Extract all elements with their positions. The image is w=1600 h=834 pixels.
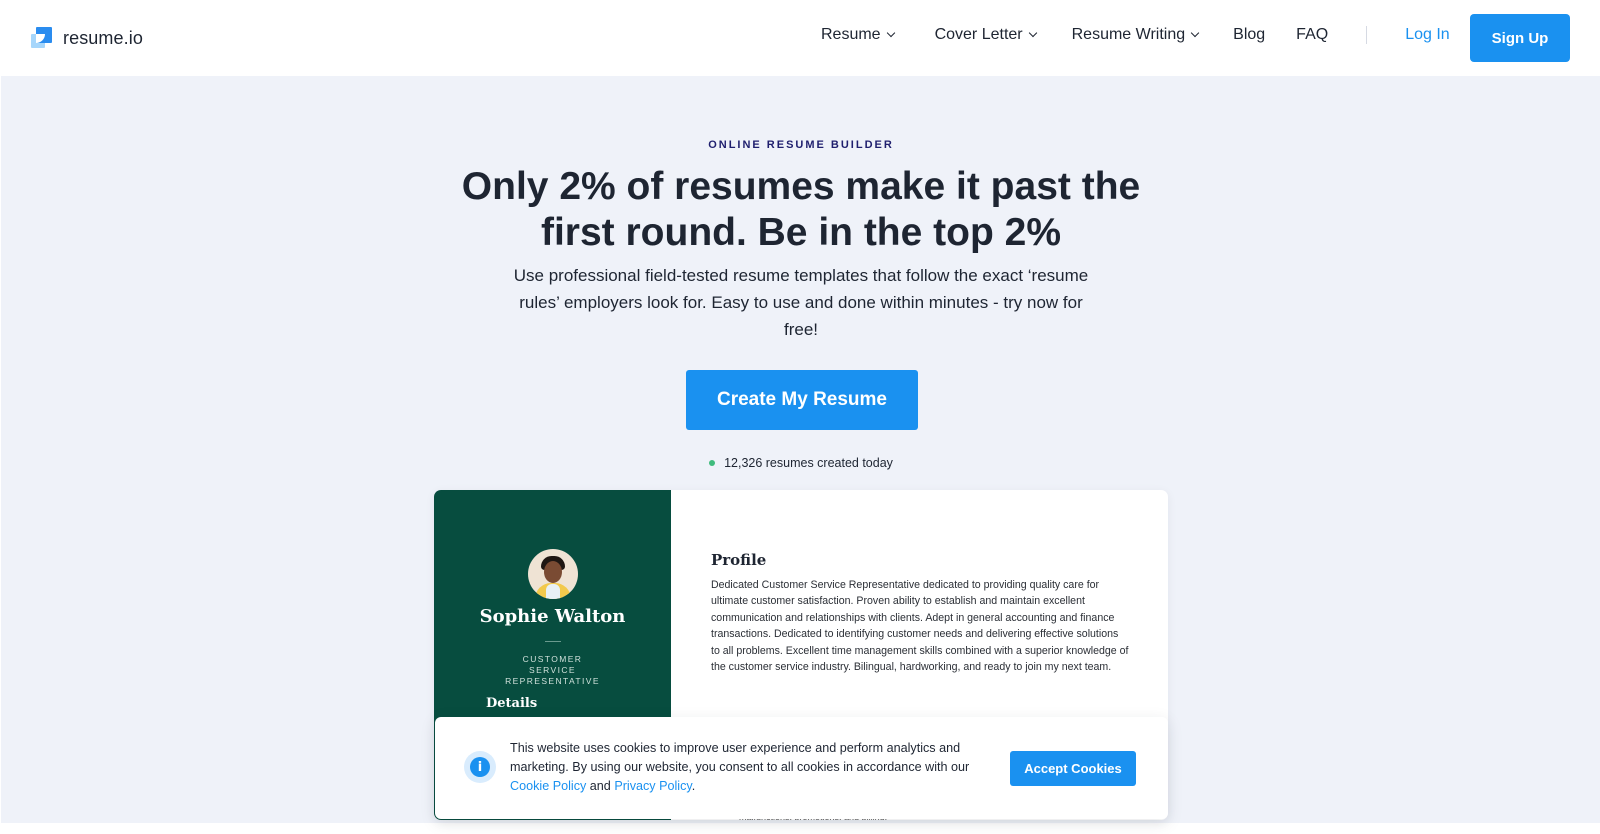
nav-divider [1366, 26, 1368, 44]
headline-line-1: Only 2% of resumes make it past the [461, 165, 1141, 208]
hero-section: ONLINE RESUME BUILDER Only 2% of resumes… [1, 76, 1600, 823]
hero-subtext: Use professional field-tested resume tem… [513, 266, 1089, 339]
nav-item-faq[interactable]: FAQ [1296, 26, 1328, 44]
site-header: resume.io Resume Cover Letter Resume Wri… [0, 0, 1600, 76]
resume-counter: 12,326 resumes created today [1, 456, 1600, 470]
nav-label: Cover Letter [934, 26, 1023, 43]
cookie-text-end: . [691, 779, 696, 793]
counter-text: 12,326 resumes created today [724, 456, 893, 470]
headline-line-2: first round. Be in the top 2% [540, 211, 1061, 254]
avatar [528, 549, 578, 599]
resume-name: Sophie Walton [479, 606, 626, 627]
resume-job-title: CUSTOMER SERVICE REPRESENTATIVE [434, 654, 671, 687]
chevron-down-icon [886, 28, 895, 38]
privacy-policy-link[interactable]: Privacy Policy [614, 779, 691, 793]
info-icon: i [464, 751, 496, 783]
nav-item-blog[interactable]: Blog [1233, 26, 1265, 44]
cookie-text-and: and [586, 779, 615, 793]
login-link[interactable]: Log In [1405, 26, 1449, 44]
details-heading: Details [486, 696, 538, 711]
logo[interactable]: resume.io [31, 27, 143, 49]
nav-label: FAQ [1296, 26, 1329, 43]
logo-text: resume.io [63, 27, 143, 48]
nav-item-resume-writing[interactable]: Resume Writing [1071, 26, 1200, 44]
accept-cookies-button[interactable]: Accept Cookies [1010, 751, 1136, 786]
nav-label: Resume Writing [1071, 26, 1186, 43]
cookie-banner: i This website uses cookies to improve u… [435, 717, 1168, 819]
nav-item-cover-letter[interactable]: Cover Letter [934, 26, 1037, 44]
create-resume-button[interactable]: Create My Resume [686, 370, 918, 430]
cookie-policy-link[interactable]: Cookie Policy [510, 779, 586, 793]
hero-headline: Only 2% of resumes make it past the firs… [1, 164, 1600, 256]
chevron-down-icon [1028, 28, 1037, 38]
job-title-text: CUSTOMER SERVICE REPRESENTATIVE [505, 654, 600, 686]
divider [545, 641, 561, 642]
cookie-message: This website uses cookies to improve use… [510, 739, 980, 796]
live-dot-icon [709, 460, 716, 466]
profile-text: Dedicated Customer Service Representativ… [711, 579, 1129, 674]
profile-heading: Profile [711, 551, 767, 569]
signup-button[interactable]: Sign Up [1470, 14, 1570, 62]
hero-eyebrow: ONLINE RESUME BUILDER [708, 139, 894, 151]
chevron-down-icon [1190, 28, 1200, 38]
main-nav: Resume Cover Letter Resume Writing Blog … [821, 26, 1450, 44]
nav-label: Blog [1233, 26, 1266, 43]
logo-icon [31, 27, 53, 49]
cookie-text-body: This website uses cookies to improve use… [510, 741, 970, 774]
nav-item-resume[interactable]: Resume [821, 26, 895, 44]
nav-label: Resume [821, 26, 881, 43]
